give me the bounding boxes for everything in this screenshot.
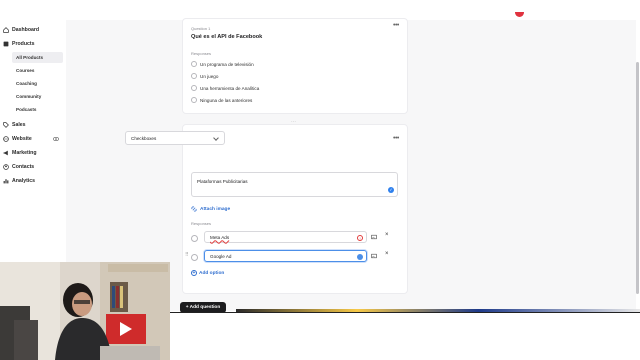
webcam-overlay: [0, 262, 170, 360]
sidebar-subitem-label: Courses: [16, 68, 35, 73]
answer-value: Google Ad: [210, 253, 232, 259]
attach-image-button[interactable]: Attach image: [191, 206, 230, 212]
more-options-icon[interactable]: •••: [393, 22, 399, 29]
sidebar-item-label: Analytics: [12, 178, 36, 184]
webcam-image: [0, 262, 170, 360]
responses-label: Responses: [191, 51, 212, 56]
sidebar-subitem-coaching[interactable]: Coaching: [12, 78, 63, 89]
eye-icon[interactable]: [53, 136, 59, 142]
option-label: Una herramienta de Analítica: [200, 85, 260, 91]
avatar[interactable]: [515, 12, 524, 17]
option-label: Un juego: [200, 73, 219, 79]
question-card: Question 1 ••• Qué es el API de Facebook…: [182, 18, 408, 114]
box-icon: [3, 41, 9, 47]
add-question-label: + Add question: [185, 305, 221, 310]
sidebar-item-marketing[interactable]: Marketing: [0, 147, 37, 159]
megaphone-icon: [3, 150, 8, 156]
responses-label: Responses: [191, 221, 212, 226]
question-type-select[interactable]: Checkboxes: [125, 131, 225, 145]
sidebar: Dashboard Products All Products Courses …: [0, 20, 66, 265]
checkbox-icon[interactable]: [191, 253, 198, 261]
sidebar-subitem-courses[interactable]: Courses: [12, 65, 63, 76]
radio-icon: [191, 73, 197, 79]
chart-icon: [3, 179, 9, 184]
sidebar-item-analytics[interactable]: Analytics: [0, 175, 35, 187]
list-item[interactable]: Una herramienta de Analítica: [191, 85, 259, 91]
image-icon[interactable]: [371, 234, 377, 240]
radio-icon: [191, 61, 197, 67]
sidebar-item-label: Website: [12, 136, 32, 142]
select-value: Checkboxes: [131, 135, 157, 141]
contacts-icon: [3, 164, 9, 170]
sidebar-subitem-all-products[interactable]: All Products: [12, 52, 63, 63]
answer-input[interactable]: Meta Ads !: [204, 231, 367, 243]
drag-handle-icon[interactable]: ⠿: [185, 252, 189, 258]
list-item[interactable]: Un programa de televisión: [191, 61, 254, 67]
answer-value: Meta Ads: [210, 234, 230, 240]
close-icon[interactable]: ×: [385, 251, 389, 257]
question-text-value: Plataformas Publicitarias: [197, 179, 248, 184]
option-label: Ninguna de las anteriores: [200, 97, 253, 103]
sidebar-item-sales[interactable]: Sales: [0, 119, 26, 131]
error-icon[interactable]: !: [357, 235, 363, 241]
question-text-field[interactable]: Plataformas Publicitarias ✓: [191, 172, 398, 197]
sidebar-subitem-label: Community: [16, 94, 42, 99]
sidebar-item-dashboard[interactable]: Dashboard: [0, 24, 39, 36]
close-icon[interactable]: ×: [385, 232, 389, 238]
top-bar: [0, 0, 640, 20]
sidebar-subitem-label: All Products: [16, 55, 44, 60]
sidebar-item-label: Products: [12, 41, 35, 47]
chevron-down-icon: [213, 135, 219, 141]
checkbox-icon[interactable]: [191, 234, 198, 242]
radio-icon: [191, 97, 197, 103]
question-title: Qué es el API de Facebook: [191, 34, 263, 40]
attach-image-label: Attach image: [200, 206, 231, 212]
answer-row: Google Ad ×: [191, 250, 401, 262]
sidebar-item-label: Contacts: [12, 164, 35, 170]
plus-icon: +: [191, 270, 197, 276]
sidebar-subitem-label: Coaching: [16, 81, 37, 86]
list-item[interactable]: Ninguna de las anteriores: [191, 97, 252, 103]
grammar-check-icon[interactable]: [357, 254, 363, 260]
sidebar-item-products[interactable]: Products: [0, 38, 34, 50]
sidebar-item-website[interactable]: Website: [0, 133, 32, 145]
sidebar-subitem-podcasts[interactable]: Podcasts: [12, 104, 63, 115]
more-options-icon[interactable]: •••: [393, 135, 399, 142]
tag-icon: [3, 122, 9, 128]
add-option-label: Add option: [199, 270, 225, 276]
option-label: Un programa de televisión: [200, 61, 254, 67]
answer-row: Meta Ads ! ×: [191, 231, 401, 243]
scrollbar[interactable]: [636, 62, 639, 294]
sidebar-subitem-community[interactable]: Community: [12, 91, 63, 102]
image-icon[interactable]: [371, 253, 377, 259]
overlay-panel: [170, 312, 640, 360]
question-number: Question 1: [191, 26, 211, 31]
sidebar-item-label: Sales: [12, 122, 26, 128]
sidebar-item-label: Marketing: [12, 150, 37, 156]
radio-icon: [191, 85, 197, 91]
link-icon: [191, 206, 197, 212]
answer-input[interactable]: Google Ad: [204, 250, 367, 262]
add-option-button[interactable]: + Add option: [191, 270, 224, 276]
sidebar-item-contacts[interactable]: Contacts: [0, 161, 34, 173]
sidebar-item-label: Dashboard: [12, 27, 40, 33]
list-item[interactable]: Un juego: [191, 73, 218, 79]
sidebar-subitem-label: Podcasts: [16, 107, 37, 112]
globe-icon: [3, 136, 9, 142]
check-icon: ✓: [388, 187, 394, 193]
home-icon: [3, 27, 9, 33]
